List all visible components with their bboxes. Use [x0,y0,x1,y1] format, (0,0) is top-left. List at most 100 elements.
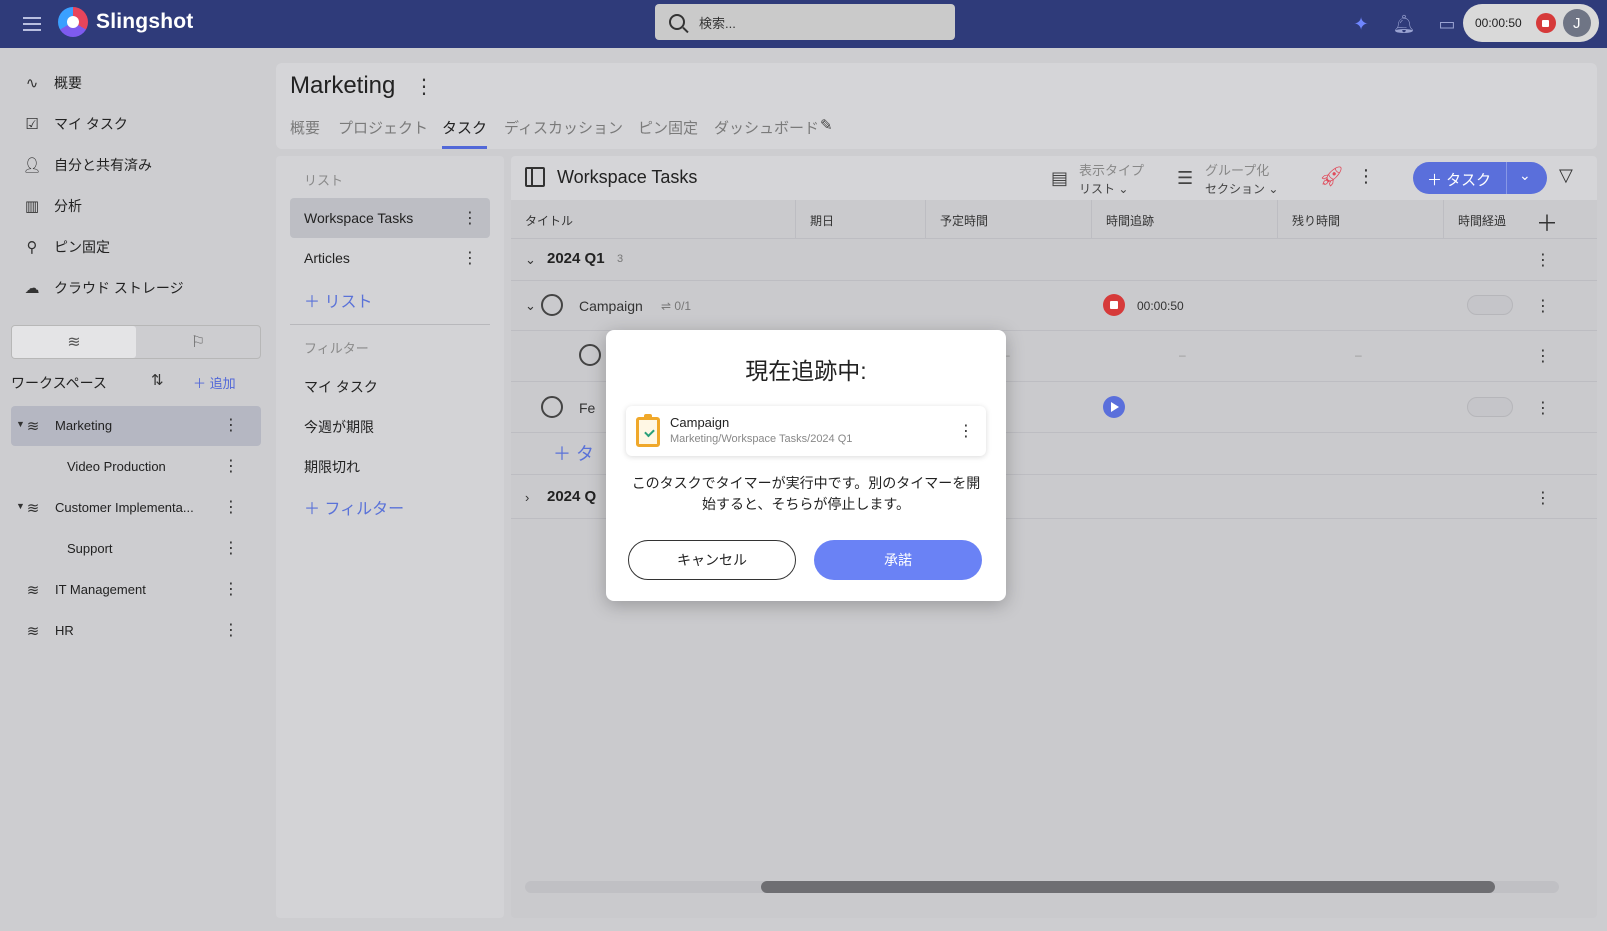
sparkle-ai-icon[interactable]: ✦ [1349,12,1373,36]
group-by-value: セクション ⌄ [1205,182,1279,196]
chevron-down-icon[interactable]: ⌄ [1519,167,1531,184]
pencil-icon[interactable]: ✎ [820,116,833,134]
workspace-item-video-production[interactable]: Video Production ⋮ [11,447,261,487]
add-list-button[interactable]: ＋ リスト [304,288,372,312]
layers-icon: ≋ [26,500,40,517]
tab-overview[interactable]: 概要 [290,117,320,146]
chevron-right-icon[interactable]: › [525,490,529,505]
rocket-icon[interactable]: 🚀︎ [1319,164,1344,189]
tab-pinned[interactable]: ピン固定 [638,117,698,146]
filter-my-tasks[interactable]: マイ タスク [304,377,378,397]
filter-due-this-week[interactable]: 今週が期限 [304,417,374,437]
column-title[interactable]: タイトル [511,200,795,238]
horizontal-scrollbar[interactable] [525,881,1559,893]
kebab-icon[interactable]: ⋮ [462,248,478,268]
sort-icon[interactable]: ⇅ [151,371,164,389]
chat-icon[interactable]: ▭ [1435,12,1459,36]
tracked-task-card[interactable]: Campaign Marketing/Workspace Tasks/2024 … [626,406,986,456]
nav-cloud-storage[interactable]: ☁ クラウド ストレージ [22,276,184,300]
add-task-button[interactable]: ＋ タスク ⌄ [1413,162,1547,194]
top-bar: Slingshot 検索... ✦ 🔔︎ ▭ 00:00:50 J [0,0,1607,48]
nav-pinned[interactable]: ⚲ ピン固定 [22,235,111,259]
workspace-item-hr[interactable]: ≋ HR ⋮ [11,611,261,651]
group-by-label: グループ化 [1205,163,1270,178]
kebab-icon[interactable]: ⋮ [1535,346,1551,366]
kebab-icon[interactable]: ⋮ [223,456,239,476]
list-label: Workspace Tasks [304,210,414,226]
chevron-down-icon[interactable]: ⌄ [525,298,536,314]
kebab-icon[interactable]: ⋮ [223,497,239,517]
kebab-icon[interactable]: ⋮ [223,538,239,558]
column-time-tracking[interactable]: 時間追跡 [1091,200,1277,238]
lists-heading: リスト [304,173,344,188]
nav-analytics[interactable]: ▥ 分析 [22,194,82,218]
layers-tab-icon[interactable]: ≋ [12,326,136,358]
task-name[interactable]: Fe [579,400,595,416]
task-complete-checkbox[interactable] [579,344,601,366]
add-column-icon[interactable]: ＋ [1536,206,1558,238]
tab-tasks[interactable]: タスク [442,117,488,149]
kebab-icon[interactable]: ⋮ [462,208,478,228]
column-remaining-time[interactable]: 残り時間 [1277,200,1443,238]
workspace-item-it-management[interactable]: ≋ IT Management ⋮ [11,570,261,610]
search-input[interactable]: 検索... [655,4,955,40]
add-task-row-button[interactable]: ＋ タ [553,440,594,466]
play-timer-icon[interactable] [1103,396,1125,418]
task-name[interactable]: Campaign [579,298,643,314]
workspace-item-customer-implementation[interactable]: ▼ ≋ Customer Implementa... ⋮ [11,488,261,528]
list-item-workspace-tasks[interactable]: Workspace Tasks ⋮ [290,198,490,238]
nav-my-tasks[interactable]: ☑ マイ タスク [22,112,128,136]
cancel-button[interactable]: キャンセル [628,540,796,580]
accept-button[interactable]: 承諾 [814,540,982,580]
hamburger-menu-icon[interactable] [20,12,44,36]
avatar[interactable]: J [1562,9,1591,37]
tracking-dialog: 現在追跡中: Campaign Marketing/Workspace Task… [606,330,1006,601]
column-due-date[interactable]: 期日 [795,200,925,238]
task-complete-checkbox[interactable] [541,396,563,418]
kebab-icon[interactable]: ⋮ [223,579,239,599]
workspace-title: ワークスペース [11,375,107,391]
stop-timer-icon[interactable] [1103,294,1125,316]
view-type-icon: ▤ [1051,168,1069,188]
workspace-label: IT Management [55,582,146,597]
bookmark-tab-icon[interactable]: ⚐ [136,326,260,358]
workspace-item-support[interactable]: Support ⋮ [11,529,261,569]
tab-projects[interactable]: プロジェクト [338,117,428,146]
nav-label: 分析 [54,198,82,214]
kebab-icon[interactable]: ⋮ [1357,166,1375,187]
kebab-icon[interactable]: ⋮ [1535,296,1551,316]
kebab-icon[interactable]: ⋮ [1535,398,1551,418]
filter-icon[interactable]: ▽ [1559,165,1573,186]
kebab-icon[interactable]: ⋮ [1535,488,1551,508]
nav-shared-with-me[interactable]: 👤︎ 自分と共有済み [22,153,152,177]
add-workspace-button[interactable]: ＋ 追加 [193,373,236,392]
app-name: Slingshot [96,10,194,33]
scrollbar-thumb[interactable] [761,881,1495,893]
kebab-icon[interactable]: ⋮ [414,74,434,99]
workspace-label: Video Production [67,459,166,474]
group-count: 3 [617,253,624,265]
add-workspace-label: 追加 [209,376,236,391]
kebab-icon[interactable]: ⋮ [223,620,239,640]
app-logo[interactable]: Slingshot [58,7,193,37]
chevron-down-icon[interactable]: ⌄ [525,252,536,268]
kebab-icon[interactable]: ⋮ [223,415,239,435]
tracked-task-path: Marketing/Workspace Tasks/2024 Q1 [670,433,853,445]
stop-timer-icon[interactable] [1535,13,1556,33]
task-complete-checkbox[interactable] [541,294,563,316]
active-timer[interactable]: 00:00:50 J [1463,4,1599,42]
kebab-icon[interactable]: ⋮ [958,421,974,441]
bell-icon[interactable]: 🔔︎ [1392,12,1416,36]
add-filter-button[interactable]: ＋ フィルター [304,495,404,519]
list-item-articles[interactable]: Articles ⋮ [290,238,490,278]
column-time-elapsed[interactable]: 時間経過 [1443,200,1533,238]
collapse-panel-icon[interactable] [525,167,545,187]
tab-discussion[interactable]: ディスカッション [504,117,623,146]
filter-overdue[interactable]: 期限切れ [304,457,360,477]
column-estimated-time[interactable]: 予定時間 [925,200,1091,238]
nav-overview[interactable]: ∿ 概要 [22,71,82,95]
table-header-bar: Workspace Tasks ▤ 表示タイプ リスト ⌄ ☰ グループ化 セク… [511,156,1597,200]
workspace-item-marketing[interactable]: ▼ ≋ Marketing ⋮ [11,406,261,446]
tab-dashboard[interactable]: ダッシュボード [714,117,819,146]
kebab-icon[interactable]: ⋮ [1535,250,1551,270]
